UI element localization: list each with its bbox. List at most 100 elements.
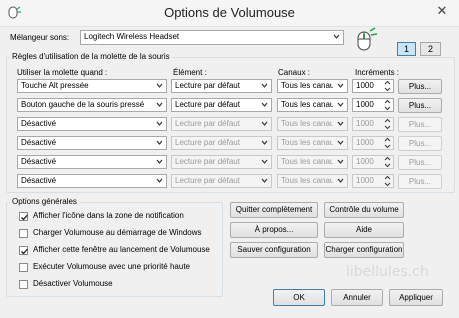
rule-when-select-value: Désactivé [21,176,57,185]
chevron-down-icon [335,157,346,167]
page-1-button[interactable]: 1 [397,42,416,56]
volume-control-button[interactable]: Contrôle du volume [324,202,404,218]
rule-channels-select[interactable]: Tous les canaux [277,155,348,169]
spinner-arrows-icon [383,80,392,92]
general-options-title: Options générales [10,197,79,206]
rule-more-button[interactable]: Plus... [398,155,442,170]
rule-channels-select[interactable]: Tous les canaux [277,98,348,112]
chevron-down-icon [331,32,342,42]
chevron-down-icon [154,157,165,167]
rule-increment-spinner[interactable]: 1000 [352,136,394,150]
checkmark-icon [19,246,28,255]
close-icon: ✕ [436,3,448,18]
rule-more-button[interactable]: Plus... [398,79,442,94]
rule-element-select[interactable]: Lecture par défaut [171,79,272,93]
rule-channels-select[interactable]: Tous les canaux [277,174,348,188]
general-option-checkbox[interactable]: Exécuter Volumouse avec une priorité hau… [19,262,219,274]
rule-more-button[interactable]: Plus... [398,98,442,113]
rule-increment-spinner[interactable]: 1000 [352,174,394,188]
general-option-checkbox[interactable]: Afficher cette fenêtre au lancement de V… [19,245,219,257]
rule-when-select[interactable]: Désactivé [17,117,167,131]
apply-button[interactable]: Appliquer [389,289,443,306]
rule-increment-value: 1000 [356,176,374,185]
rule-increment-value: 1000 [356,157,374,166]
rule-element-select[interactable]: Lecture par défaut [171,98,272,112]
rule-when-select[interactable]: Désactivé [17,174,167,188]
rule-element-select-value: Lecture par défaut [175,138,240,147]
rule-increment-spinner[interactable]: 1000 [352,98,394,112]
rule-channels-select-value: Tous les canaux [281,176,333,185]
general-option-checkbox[interactable]: Désactiver Volumouse [19,279,219,291]
rule-when-select[interactable]: Bouton gauche de la souris pressé [17,98,167,112]
rule-when-select[interactable]: Touche Alt pressée [17,79,167,93]
general-option-checkbox[interactable]: Afficher l'icône dans la zone de notific… [19,211,219,223]
rule-channels-select[interactable]: Tous les canaux [277,136,348,150]
rule-when-select-value: Désactivé [21,157,57,166]
chevron-down-icon [154,176,165,186]
header-when: Utiliser la molette quand : [17,68,108,77]
chevron-down-icon [154,119,165,129]
mixer-select[interactable]: Logitech Wireless Headset [80,30,344,45]
rule-increment-spinner[interactable]: 1000 [352,117,394,131]
quit-all-button[interactable]: Quitter complètement [230,202,318,218]
spinner-arrows-icon [383,175,392,187]
rule-channels-select-value: Tous les canaux [281,100,333,109]
spinner-arrows-icon [383,156,392,168]
chevron-down-icon [154,100,165,110]
rule-element-select[interactable]: Lecture par défaut [171,155,272,169]
rule-element-select[interactable]: Lecture par défaut [171,174,272,188]
rule-more-button[interactable]: Plus... [398,117,442,132]
rule-when-select[interactable]: Désactivé [17,136,167,150]
rule-element-select[interactable]: Lecture par défaut [171,136,272,150]
title-bar: Options de Volumouse ✕ [0,0,459,27]
rule-increment-spinner[interactable]: 1000 [352,155,394,169]
rule-channels-select[interactable]: Tous les canaux [277,117,348,131]
general-option-label: Afficher l'icône dans la zone de notific… [33,211,184,220]
general-option-label: Charger Volumouse au démarrage de Window… [33,228,202,237]
chevron-down-icon [335,81,346,91]
window-title: Options de Volumouse [164,5,295,20]
header-increments: Incréments : [355,68,400,77]
header-element: Élément : [173,68,207,77]
cancel-button[interactable]: Annuler [331,289,383,306]
chevron-down-icon [259,176,270,186]
rule-when-select-value: Désactivé [21,119,57,128]
chevron-down-icon [335,100,346,110]
mixer-select-value: Logitech Wireless Headset [84,32,180,41]
rule-when-select[interactable]: Désactivé [17,155,167,169]
rules-group-title: Règles d'utilisation de la molette de la… [10,52,172,61]
chevron-down-icon [335,119,346,129]
about-button[interactable]: À propos... [230,222,318,238]
rule-more-button[interactable]: Plus... [398,174,442,189]
rule-increment-spinner[interactable]: 1000 [352,79,394,93]
checkbox-box [19,263,28,272]
chevron-down-icon [335,138,346,148]
rule-channels-select-value: Tous les canaux [281,81,333,90]
rule-element-select-value: Lecture par défaut [175,157,240,166]
rule-when-select-value: Bouton gauche de la souris pressé [21,100,145,109]
general-option-checkbox[interactable]: Charger Volumouse au démarrage de Window… [19,228,219,240]
ok-button[interactable]: OK [273,289,325,306]
general-option-label: Désactiver Volumouse [33,279,113,288]
page-2-button[interactable]: 2 [420,42,441,56]
rule-increment-value: 1000 [356,81,374,90]
rule-element-select-value: Lecture par défaut [175,81,240,90]
chevron-down-icon [259,119,270,129]
header-channels: Canaux : [278,68,311,77]
save-config-button[interactable]: Sauver configuration [230,242,318,258]
chevron-down-icon [259,81,270,91]
rule-increment-value: 1000 [356,138,374,147]
help-button[interactable]: Aide [324,222,404,238]
close-button[interactable]: ✕ [431,2,453,20]
rule-element-select-value: Lecture par défaut [175,100,240,109]
watermark: libellules.ch [346,264,429,280]
rule-more-button[interactable]: Plus... [398,136,442,151]
general-option-label: Exécuter Volumouse avec une priorité hau… [33,262,190,271]
rule-when-select-value: Désactivé [21,138,57,147]
spinner-arrows-icon [383,99,392,111]
rule-element-select[interactable]: Lecture par défaut [171,117,272,131]
load-config-button[interactable]: Charger configuration [324,242,404,258]
chevron-down-icon [259,157,270,167]
rule-channels-select[interactable]: Tous les canaux [277,79,348,93]
rule-increment-value: 1000 [356,100,374,109]
